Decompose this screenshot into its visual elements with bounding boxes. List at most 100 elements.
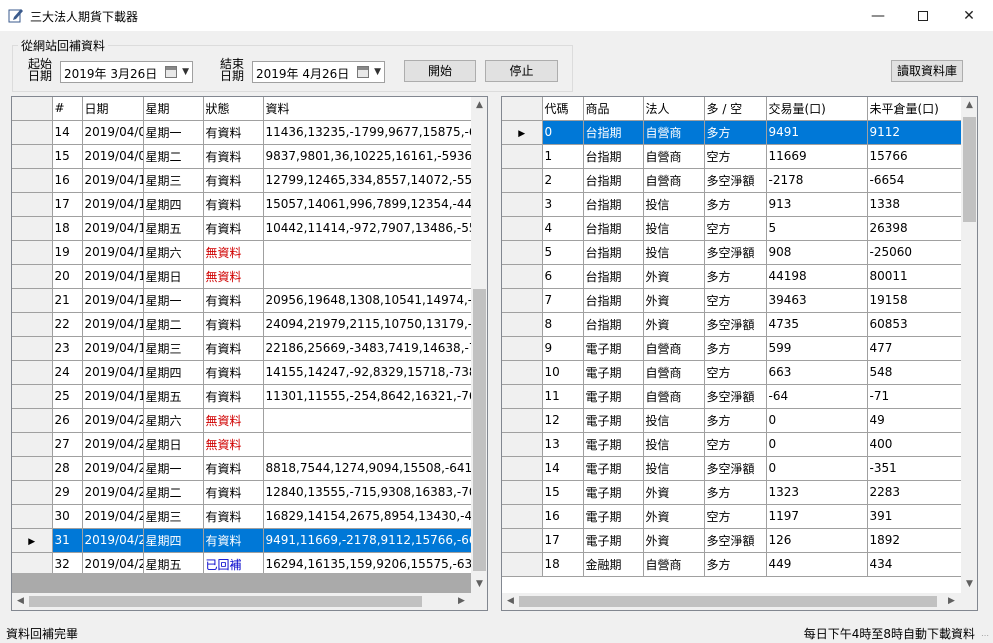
table-cell[interactable]: 外資 bbox=[643, 504, 705, 529]
table-cell[interactable]: 391 bbox=[867, 504, 962, 529]
table-cell[interactable]: 3 bbox=[542, 192, 584, 217]
row-header[interactable] bbox=[502, 456, 543, 481]
table-cell[interactable]: 2019/04/12 bbox=[82, 216, 144, 241]
table-cell[interactable]: 無資料 bbox=[203, 240, 264, 265]
row-header[interactable] bbox=[12, 504, 53, 529]
table-row[interactable]: 9 電子期 自營商 多方 599 477 bbox=[502, 336, 962, 361]
table-row[interactable]: 15 電子期 外資 多方 1323 2283 bbox=[502, 480, 962, 505]
table-cell[interactable]: 有資料 bbox=[203, 288, 264, 313]
table-cell[interactable]: 15766 bbox=[867, 144, 962, 169]
table-cell[interactable]: 1323 bbox=[766, 480, 868, 505]
maximize-button[interactable] bbox=[900, 0, 946, 31]
table-cell[interactable]: 星期二 bbox=[143, 144, 204, 169]
table-cell[interactable]: 20956,19648,1308,10541,14974,-4433,... bbox=[263, 288, 472, 313]
table-cell[interactable]: 星期一 bbox=[143, 456, 204, 481]
table-cell[interactable]: 台指期 bbox=[583, 312, 644, 337]
table-cell[interactable]: 16829,14154,2675,8954,13430,-4476,4,... bbox=[263, 504, 472, 529]
table-cell[interactable]: 星期四 bbox=[143, 528, 204, 553]
scroll-right-icon[interactable]: ▶ bbox=[943, 596, 960, 606]
table-cell[interactable]: 多方 bbox=[704, 192, 767, 217]
table-cell[interactable]: 9 bbox=[542, 336, 584, 361]
table-cell[interactable]: 14 bbox=[542, 456, 584, 481]
table-row[interactable]: 162019/04/10星期三有資料12799,12465,334,8557,1… bbox=[12, 168, 472, 193]
table-cell[interactable]: 11669 bbox=[766, 144, 868, 169]
table-cell[interactable]: 電子期 bbox=[583, 528, 644, 553]
table-cell[interactable]: 2019/04/14 bbox=[82, 264, 144, 289]
table-cell[interactable]: 2019/04/23 bbox=[82, 480, 144, 505]
row-header[interactable]: ▶ bbox=[12, 528, 53, 553]
table-cell[interactable]: 多空淨額 bbox=[704, 240, 767, 265]
table-cell[interactable]: 26 bbox=[52, 408, 83, 433]
scroll-thumb[interactable] bbox=[29, 596, 422, 607]
institutional-data-grid[interactable]: 代碼 商品 法人多 / 空交易量(口) 未平倉量(口) ▶ 0 台指期 自營商 多方 9491 9… bbox=[501, 96, 978, 611]
row-header[interactable] bbox=[12, 288, 53, 313]
right-vertical-scrollbar[interactable]: ▲ ▼ bbox=[961, 97, 977, 593]
row-header[interactable] bbox=[502, 216, 543, 241]
table-cell[interactable]: 多方 bbox=[704, 480, 767, 505]
table-cell[interactable] bbox=[263, 432, 472, 457]
column-header[interactable]: 商品 bbox=[583, 97, 644, 121]
table-cell[interactable]: 無資料 bbox=[203, 264, 264, 289]
table-cell[interactable]: 星期日 bbox=[143, 264, 204, 289]
table-cell[interactable]: 5 bbox=[766, 216, 868, 241]
table-cell[interactable]: 22 bbox=[52, 312, 83, 337]
column-header[interactable]: # bbox=[52, 97, 83, 121]
row-header[interactable] bbox=[502, 360, 543, 385]
table-cell[interactable]: -71 bbox=[867, 384, 962, 409]
table-cell[interactable] bbox=[263, 408, 472, 433]
table-cell[interactable]: 14 bbox=[52, 120, 83, 145]
table-row[interactable]: 7 台指期 外資 空方 39463 19158 bbox=[502, 288, 962, 313]
table-cell[interactable]: 15 bbox=[52, 144, 83, 169]
table-cell[interactable]: 23 bbox=[52, 336, 83, 361]
table-cell[interactable]: 星期三 bbox=[143, 504, 204, 529]
table-cell[interactable]: 31 bbox=[52, 528, 83, 553]
table-cell[interactable]: 16 bbox=[542, 504, 584, 529]
table-row[interactable]: 3 台指期 投信 多方 913 1338 bbox=[502, 192, 962, 217]
table-cell[interactable]: 26398 bbox=[867, 216, 962, 241]
table-cell[interactable]: 2019/04/16 bbox=[82, 312, 144, 337]
table-cell[interactable]: 22186,25669,-3483,7419,14638,-7219,7... bbox=[263, 336, 472, 361]
column-header[interactable]: 法人 bbox=[643, 97, 705, 121]
table-cell[interactable]: 30 bbox=[52, 504, 83, 529]
table-cell[interactable]: 548 bbox=[867, 360, 962, 385]
table-row[interactable]: 6 台指期 外資 多方 44198 80011 bbox=[502, 264, 962, 289]
table-row[interactable]: 202019/04/14星期日無資料 bbox=[12, 264, 472, 289]
table-cell[interactable]: 2019/04/22 bbox=[82, 456, 144, 481]
row-header[interactable] bbox=[12, 144, 53, 169]
row-header[interactable] bbox=[502, 432, 543, 457]
table-cell[interactable]: 星期日 bbox=[143, 432, 204, 457]
table-cell[interactable]: 星期四 bbox=[143, 192, 204, 217]
table-row[interactable]: 4 台指期 投信 空方 5 26398 bbox=[502, 216, 962, 241]
row-header[interactable] bbox=[502, 168, 543, 193]
table-cell[interactable]: 400 bbox=[867, 432, 962, 457]
table-cell[interactable]: 24094,21979,2115,10750,13179,-2429,... bbox=[263, 312, 472, 337]
table-cell[interactable]: 有資料 bbox=[203, 144, 264, 169]
table-cell[interactable]: 多方 bbox=[704, 264, 767, 289]
table-cell[interactable]: 2019/04/15 bbox=[82, 288, 144, 313]
row-header[interactable] bbox=[502, 480, 543, 505]
table-cell[interactable]: 80011 bbox=[867, 264, 962, 289]
table-cell[interactable]: 0 bbox=[542, 120, 584, 145]
table-cell[interactable]: 15057,14061,996,7899,12354,-4455,1,4... bbox=[263, 192, 472, 217]
table-cell[interactable]: 台指期 bbox=[583, 264, 644, 289]
scroll-left-icon[interactable]: ◀ bbox=[12, 596, 29, 606]
table-row[interactable]: 262019/04/20星期六無資料 bbox=[12, 408, 472, 433]
table-cell[interactable]: 多空淨額 bbox=[704, 384, 767, 409]
table-cell[interactable]: 多空淨額 bbox=[704, 528, 767, 553]
table-row[interactable]: 11 電子期 自營商 多空淨額 -64 -71 bbox=[502, 384, 962, 409]
scroll-down-icon[interactable]: ▼ bbox=[471, 579, 487, 589]
table-row[interactable]: 192019/04/13星期六無資料 bbox=[12, 240, 472, 265]
table-row[interactable]: 282019/04/22星期一有資料8818,7544,1274,9094,15… bbox=[12, 456, 472, 481]
table-cell[interactable]: 台指期 bbox=[583, 120, 644, 145]
table-row[interactable]: ▶ 312019/04/25星期四有資料9491,11669,-2178,9112… bbox=[12, 528, 472, 553]
table-cell[interactable]: 空方 bbox=[704, 432, 767, 457]
table-cell[interactable]: 1 bbox=[542, 144, 584, 169]
row-header[interactable] bbox=[502, 144, 543, 169]
table-row[interactable]: 5 台指期 投信 多空淨額 908 -25060 bbox=[502, 240, 962, 265]
table-cell[interactable]: 126 bbox=[766, 528, 868, 553]
column-header[interactable]: 未平倉量(口) bbox=[867, 97, 962, 121]
table-cell[interactable]: 2019/04/11 bbox=[82, 192, 144, 217]
column-header[interactable]: 交易量(口) bbox=[766, 97, 868, 121]
resize-grip-icon[interactable]: ⋯ bbox=[981, 631, 991, 641]
table-cell[interactable]: 自營商 bbox=[643, 144, 705, 169]
